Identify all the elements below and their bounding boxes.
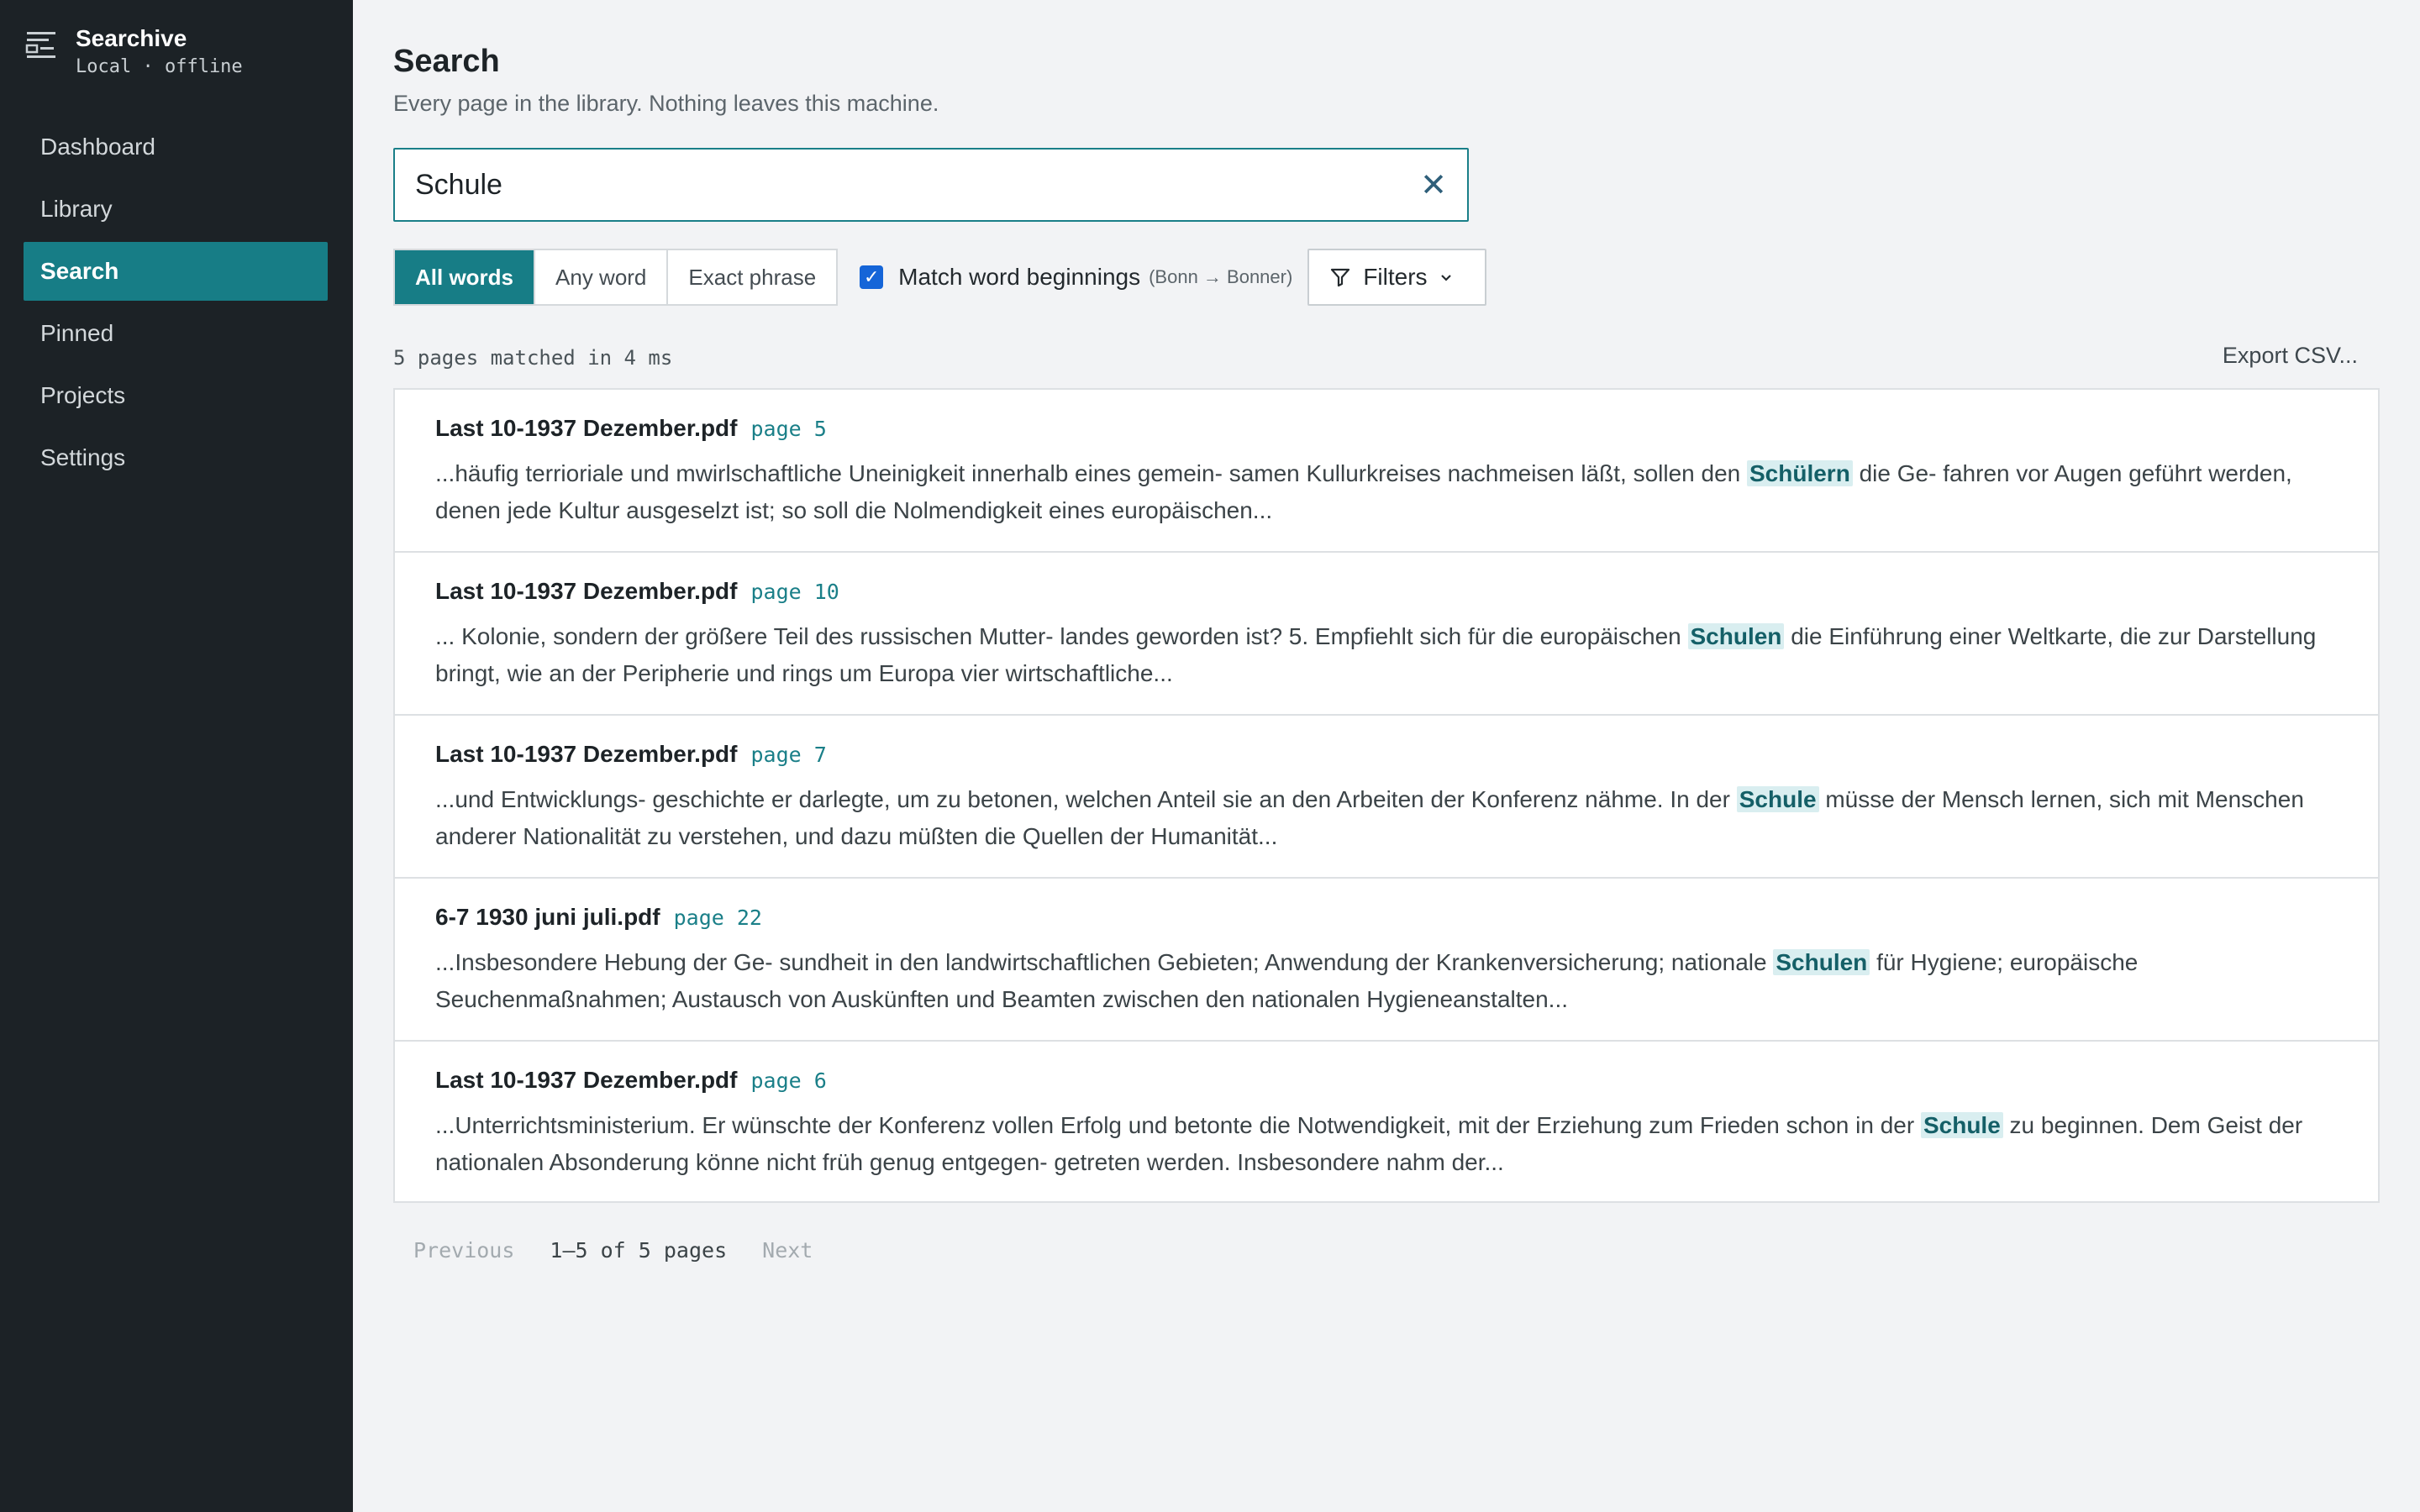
page-subtitle: Every page in the library. Nothing leave… [393,91,939,116]
page-title: Search [393,44,500,79]
result-file-name[interactable]: Last 10-1937 Dezember.pdf [435,415,738,442]
filters-label: Filters [1363,264,1428,290]
sidebar: Searchive Local · offline Dashboard Libr… [0,0,353,1512]
match-highlight: Schule [1736,786,1819,812]
results-summary: 5 pages matched in 4 ms [393,346,673,370]
result-page-number[interactable]: page 6 [751,1068,827,1093]
match-highlight: Schule [1920,1112,2003,1138]
result-item[interactable]: Last 10-1937 Dezember.pdf page 6 ...Unte… [395,1042,2378,1201]
search-input[interactable] [395,150,1400,220]
result-snippet: ... Kolonie, sondern der größere Teil de… [435,618,2341,692]
sidebar-item-dashboard[interactable]: Dashboard [24,118,328,176]
result-item[interactable]: Last 10-1937 Dezember.pdf page 10 ... Ko… [395,553,2378,716]
app-status: Local · offline [76,56,243,77]
mode-exact-phrase[interactable]: Exact phrase [668,250,836,304]
match-beginnings-label: Match word beginnings [898,264,1141,290]
sidebar-nav: Dashboard Library Search Pinned Projects… [24,118,328,491]
archive-logo-icon [25,29,59,62]
sidebar-item-search[interactable]: Search [24,242,328,301]
close-icon: ✕ [1420,167,1447,203]
result-snippet: ...häufig terrioriale und mwirlschaftlic… [435,455,2341,529]
pagination-info: 1–5 of 5 pages [550,1238,728,1263]
export-csv-button[interactable]: Export CSV... [2223,343,2358,369]
match-beginnings-option[interactable]: ✓ Match word beginnings (Bonn → Bonner) [860,264,1292,291]
snippet-before: ...Unterrichtsministerium. Er wünschte d… [435,1112,1921,1138]
search-box: ✕ [393,148,1469,222]
result-snippet: ...und Entwicklungs- geschichte er darle… [435,781,2341,855]
results-list: Last 10-1937 Dezember.pdf page 5 ...häuf… [393,388,2380,1203]
snippet-before: ...häufig terrioriale und mwirlschaftlic… [435,460,1747,486]
result-item[interactable]: 6-7 1930 juni juli.pdf page 22 ...Insbes… [395,879,2378,1042]
result-page-number[interactable]: page 7 [751,743,827,767]
app-window: Searchive Local · offline Dashboard Libr… [0,0,2420,1512]
brand: Searchive Local · offline [25,24,243,79]
result-page-number[interactable]: page 22 [674,906,762,930]
clear-search-button[interactable]: ✕ [1400,150,1467,220]
result-file-name[interactable]: Last 10-1937 Dezember.pdf [435,578,738,605]
result-file-name[interactable]: Last 10-1937 Dezember.pdf [435,1067,738,1094]
snippet-before: ...und Entwicklungs- geschichte er darle… [435,786,1737,812]
result-file-name[interactable]: Last 10-1937 Dezember.pdf [435,741,738,768]
snippet-before: ...Insbesondere Hebung der Ge- sundheit … [435,949,1774,975]
result-file-name[interactable]: 6-7 1930 juni juli.pdf [435,904,660,931]
next-page-button[interactable]: Next [742,1238,833,1263]
result-snippet: ...Insbesondere Hebung der Ge- sundheit … [435,944,2341,1018]
app-name: Searchive [76,25,187,51]
sidebar-item-library[interactable]: Library [24,180,328,239]
sidebar-item-projects[interactable]: Projects [24,366,328,425]
mode-all-words[interactable]: All words [395,250,536,304]
chevron-down-icon [1440,275,1451,281]
result-item[interactable]: Last 10-1937 Dezember.pdf page 5 ...häuf… [395,390,2378,553]
filter-icon [1331,268,1350,287]
sidebar-item-settings[interactable]: Settings [24,428,328,487]
snippet-before: ... Kolonie, sondern der größere Teil de… [435,623,1688,649]
sidebar-item-pinned[interactable]: Pinned [24,304,328,363]
match-mode-toggle: All words Any word Exact phrase [393,249,839,306]
match-highlight: Schulen [1773,949,1870,975]
match-beginnings-checkbox[interactable]: ✓ [860,265,884,289]
pagination: Previous 1–5 of 5 pages Next [393,1238,833,1263]
result-page-number[interactable]: page 10 [751,580,839,604]
mode-any-word[interactable]: Any word [535,250,669,304]
previous-page-button[interactable]: Previous [393,1238,534,1263]
search-controls: All words Any word Exact phrase ✓ Match … [393,249,1486,306]
result-snippet: ...Unterrichtsministerium. Er wünschte d… [435,1107,2341,1181]
main-content: Search Every page in the library. Nothin… [353,0,2420,1512]
match-highlight: Schülern [1747,460,1853,486]
match-beginnings-hint: (Bonn → Bonner) [1149,266,1293,287]
result-page-number[interactable]: page 5 [751,417,827,441]
filters-button[interactable]: Filters [1307,249,1486,306]
match-highlight: Schulen [1687,623,1785,649]
result-item[interactable]: Last 10-1937 Dezember.pdf page 7 ...und … [395,716,2378,879]
